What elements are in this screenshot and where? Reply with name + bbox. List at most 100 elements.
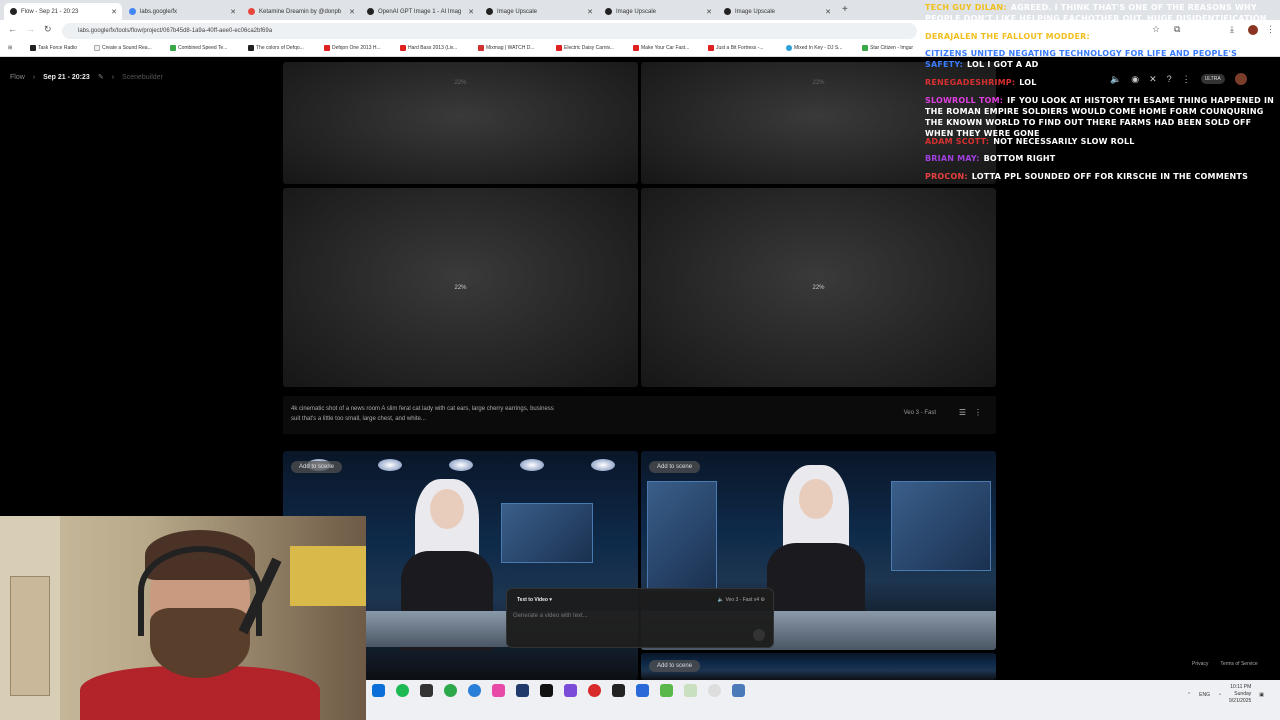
reuse-prompt-icon[interactable]: ☰: [959, 408, 966, 417]
chevron-up-icon[interactable]: ⌃: [1187, 692, 1191, 698]
add-to-scene-button[interactable]: Add to scene: [291, 461, 343, 473]
chrome-icon[interactable]: [444, 684, 457, 697]
app-icon[interactable]: [636, 684, 649, 697]
composer-settings[interactable]: 🔈 Veo 3 - Fast x4 ⚙: [718, 597, 765, 603]
upscale-favicon-icon: [486, 8, 493, 15]
close-icon[interactable]: ✕: [349, 8, 355, 16]
bookmark-item[interactable]: Hard Bass 2013 (Liv...: [400, 45, 457, 51]
more-options-icon[interactable]: ⋮: [974, 408, 982, 417]
privacy-link[interactable]: Privacy: [1192, 661, 1208, 667]
video-tile-loading[interactable]: 22%: [283, 188, 638, 387]
url-field[interactable]: labs.google/fx/tools/flow/project/067b45…: [62, 23, 917, 39]
bookmark-favicon-icon: [862, 45, 868, 51]
text-to-video-composer: Text to Video ▾ 🔈 Veo 3 - Fast x4 ⚙ Gene…: [506, 588, 774, 648]
prompt-row: 4k cinematic shot of a news room A slim …: [283, 396, 996, 434]
bookmark-item[interactable]: The colors of Defqo...: [248, 45, 304, 51]
background-door: [10, 576, 50, 696]
notifications-icon[interactable]: ▣: [1259, 692, 1264, 698]
bookmark-label: Electric Daisy Carniv...: [564, 45, 614, 51]
app-icon[interactable]: [612, 684, 625, 697]
clock[interactable]: 10:11 PM Sunday 9/21/2025: [1229, 684, 1251, 705]
forward-arrow-icon[interactable]: →: [26, 24, 35, 34]
tab-image-upscale-1[interactable]: Image Upscale ✕: [480, 3, 598, 20]
app-icon[interactable]: [708, 684, 721, 697]
close-icon[interactable]: ✕: [230, 8, 236, 16]
breadcrumb-flow[interactable]: Flow: [10, 74, 25, 81]
app-icon[interactable]: [588, 684, 601, 697]
app-icon[interactable]: [684, 684, 697, 697]
tab-openai-image[interactable]: OpenAI GPT Image 1 - AI Imag ✕: [361, 3, 479, 20]
language-indicator[interactable]: ENG: [1199, 692, 1210, 698]
app-icon[interactable]: [540, 684, 553, 697]
tab-labs-google[interactable]: labs.google/fx ✕: [123, 3, 241, 20]
news-monitor: [647, 481, 717, 591]
youtube-icon: [400, 45, 406, 51]
breadcrumb: Flow › Sep 21 - 20:23 ✎ › Scenebuilder: [10, 73, 163, 82]
video-tile-loading[interactable]: 22%: [283, 62, 638, 184]
openai-favicon-icon: [367, 8, 374, 15]
close-icon[interactable]: ✕: [468, 8, 474, 16]
tab-image-upscale-3[interactable]: Image Upscale ✕: [718, 3, 836, 20]
bookmark-label: Just a Bit Fortress -...: [716, 45, 764, 51]
close-icon[interactable]: ✕: [706, 8, 712, 16]
edit-pencil-icon[interactable]: ✎: [98, 73, 104, 81]
close-icon[interactable]: ✕: [825, 8, 831, 16]
app-icon[interactable]: [420, 684, 433, 697]
chat-text: Not necessarily slow roll: [993, 137, 1135, 146]
news-monitor: [891, 481, 991, 571]
tab-ketamine-dreamin[interactable]: Ketamine Dreamin by @donpb ✕: [242, 3, 360, 20]
progress-percent: 22%: [454, 284, 467, 291]
app-icon[interactable]: [732, 684, 745, 697]
app-icon[interactable]: [660, 684, 673, 697]
chat-text: lol i got a ad: [967, 60, 1039, 69]
video-tile-loading[interactable]: 22%: [641, 188, 996, 387]
video-tile-render[interactable]: Add to scene: [641, 653, 996, 680]
reload-icon[interactable]: ↻: [44, 24, 52, 35]
tab-title: Image Upscale: [616, 8, 657, 15]
prompt-input[interactable]: Generate a video with text...: [513, 613, 588, 619]
news-monitor: [501, 503, 593, 563]
close-icon[interactable]: ✕: [111, 8, 117, 16]
spotify-icon[interactable]: [396, 684, 409, 697]
chat-username: Renegadeshrimp:: [925, 78, 1016, 87]
mode-dropdown[interactable]: Text to Video ▾: [517, 597, 552, 603]
bookmark-item[interactable]: Make Your Car Fast...: [633, 45, 689, 51]
back-arrow-icon[interactable]: ←: [8, 24, 17, 34]
breadcrumb-scenebuilder[interactable]: Scenebuilder: [122, 74, 163, 81]
chat-text: lotta ppl sounded off for kirsche in the…: [971, 172, 1249, 181]
app-icon[interactable]: [516, 684, 529, 697]
apps-grid-icon[interactable]: ⊞: [8, 45, 12, 51]
project-title[interactable]: Sep 21 - 20:23: [43, 74, 90, 81]
tab-flow[interactable]: Flow - Sep 21 - 20:23 ✕: [4, 3, 122, 20]
bookmark-item[interactable]: Electric Daisy Carniv...: [556, 45, 614, 51]
bookmark-item[interactable]: Defqon One 2013 H...: [324, 45, 381, 51]
bookmark-item[interactable]: Mixed In Key - DJ S...: [786, 45, 842, 51]
composer-model: Veo 3 - Fast: [725, 597, 753, 603]
steam-icon[interactable]: [372, 684, 385, 697]
app-icon[interactable]: [492, 684, 505, 697]
terms-link[interactable]: Terms of Service: [1220, 661, 1257, 667]
edge-icon[interactable]: [468, 684, 481, 697]
bookmark-item[interactable]: Create a Sound Rea...: [94, 45, 152, 51]
add-to-scene-button[interactable]: Add to scene: [649, 660, 701, 672]
wifi-icon[interactable]: ◔: [1218, 692, 1221, 698]
bookmark-item[interactable]: Task Force Radio: [30, 45, 77, 51]
bookmark-item[interactable]: Mixmag | WATCH D...: [478, 45, 535, 51]
send-arrow-icon[interactable]: [753, 629, 765, 641]
new-tab-plus-icon[interactable]: +: [842, 4, 848, 15]
tab-title: labs.google/fx: [140, 8, 178, 15]
chat-username: Slowroll Tom:: [925, 96, 1004, 105]
close-icon[interactable]: ✕: [587, 8, 593, 16]
bookmark-item[interactable]: Combined Speed Te...: [170, 45, 227, 51]
tab-title: Flow - Sep 21 - 20:23: [21, 8, 79, 15]
bookmark-label: The colors of Defqo...: [256, 45, 304, 51]
tab-image-upscale-2[interactable]: Image Upscale ✕: [599, 3, 717, 20]
bookmark-item[interactable]: Star Citizen - Imgur: [862, 45, 913, 51]
add-to-scene-button[interactable]: Add to scene: [649, 461, 701, 473]
bookmark-label: Task Force Radio: [38, 45, 77, 51]
bookmark-item[interactable]: Just a Bit Fortress -...: [708, 45, 764, 51]
chat-message: Citizens United Negating Technology For …: [925, 48, 1280, 70]
chat-username: Derajalen The Fallout Modder:: [925, 32, 1090, 41]
prompt-text[interactable]: 4k cinematic shot of a news room A slim …: [291, 404, 561, 424]
app-icon[interactable]: [564, 684, 577, 697]
